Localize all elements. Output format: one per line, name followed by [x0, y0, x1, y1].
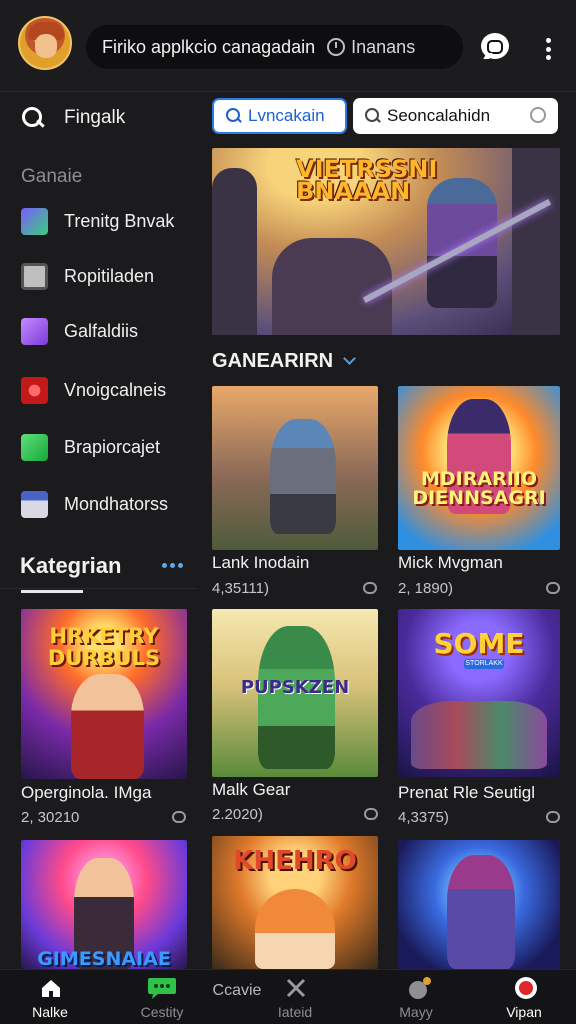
nav-item-vip[interactable]: Vipan	[476, 970, 572, 1024]
library-icon	[21, 263, 48, 290]
header-status-text: Inanans	[351, 36, 416, 57]
avatar[interactable]	[18, 16, 72, 70]
tools-icon	[285, 978, 307, 998]
top-bar: Firiko applkcio canagadain Inanans	[0, 0, 576, 92]
categories-title: Kategrian	[20, 553, 122, 578]
game-card-meta: 2, 1890)	[398, 580, 454, 597]
more-options-icon[interactable]	[541, 38, 555, 60]
card-badge: STORLAKK	[464, 659, 504, 669]
home-icon	[40, 978, 62, 998]
projects-icon	[21, 434, 48, 461]
sidebar-item-label: Galfaldiis	[64, 321, 139, 341]
hero-title: VIETRSSNI BNAAAN	[296, 155, 438, 205]
game-card-art[interactable]: GIMESNAIAE	[21, 840, 187, 969]
card-art-text: HRKETRY DURBULS	[47, 624, 161, 670]
more-dots-icon[interactable]	[162, 563, 183, 568]
news-icon	[21, 377, 48, 404]
search-icon	[22, 107, 44, 129]
sidebar-item-monitor[interactable]: Mondhatorss	[21, 491, 168, 518]
game-card-art[interactable]: KHEHRO	[212, 836, 378, 969]
sidebar-item-trending[interactable]: Trenitg Bnvak	[21, 208, 174, 235]
game-card-title[interactable]: Mick Mvgman	[398, 553, 503, 573]
gallery-icon	[21, 318, 48, 345]
game-card-meta: 2.2020)	[212, 806, 263, 823]
chat-icon	[530, 107, 546, 123]
nav-item-map[interactable]: Mayy	[368, 970, 464, 1024]
filter-chip-active[interactable]: Lvncakain	[212, 98, 347, 134]
sidebar: Fingalk Ganaie Trenitg Bnvak Ropitiladen…	[0, 93, 196, 969]
game-card-art[interactable]: HRKETRY DURBULS	[21, 609, 187, 779]
comment-icon[interactable]	[364, 808, 378, 820]
game-card-art[interactable]	[212, 386, 378, 550]
search-icon	[365, 108, 381, 124]
filter-label: Lvncakain	[248, 106, 325, 125]
planet-icon	[406, 976, 432, 1000]
card-art-text: PUPSKZEN	[240, 677, 350, 698]
game-card-meta: 4,35111)	[212, 580, 269, 597]
sidebar-item-gallery[interactable]: Galfaldiis	[21, 318, 138, 345]
sidebar-item-projects[interactable]: Brapiorcajet	[21, 434, 160, 461]
nav-label: Vipan	[506, 1004, 542, 1020]
sidebar-divider	[0, 588, 196, 589]
game-card-title[interactable]: Operginola. IMga	[21, 783, 151, 803]
game-card-title[interactable]: Prenat Rle Seutigl	[398, 783, 535, 803]
sidebar-search[interactable]: Fingalk	[22, 107, 125, 129]
header-search-pill[interactable]: Firiko applkcio canagadain Inanans	[86, 25, 463, 69]
card-art-text: SOME	[433, 627, 525, 660]
header-search-text: Firiko applkcio canagadain	[102, 36, 316, 57]
nav-label: Iateid	[277, 1004, 313, 1020]
filter-label: Seoncalahidn	[387, 106, 491, 125]
filter-chip-search[interactable]: Seoncalahidn	[353, 98, 558, 134]
comment-icon[interactable]	[172, 811, 186, 823]
sidebar-item-label: Brapiorcajet	[64, 437, 161, 457]
sidebar-item-news[interactable]: Vnoigcalneis	[21, 377, 166, 404]
game-card-art[interactable]: PUPSKZEN	[212, 609, 378, 777]
game-card-art[interactable]: MDIRARIIO DIENNSAGRI	[398, 386, 560, 550]
game-card-title[interactable]: Malk Gear	[212, 780, 290, 800]
card-art-text: GIMESNAIAE	[37, 948, 171, 969]
sidebar-item-label: Vnoigcalneis	[64, 380, 167, 400]
nav-label: Nalke	[32, 1004, 68, 1020]
hero-banner[interactable]: VIETRSSNI BNAAAN	[212, 148, 560, 335]
monitor-icon	[21, 491, 48, 518]
tab-indicator	[21, 590, 83, 593]
card-art-text: KHEHRO	[233, 846, 357, 876]
comment-icon[interactable]	[363, 582, 377, 594]
bottom-navigation: Nalke Cestity Ccavie Iateid Mayy Vipan	[0, 969, 576, 1024]
game-card-title[interactable]: Lank Inodain	[212, 553, 309, 573]
sidebar-item-label: Mondhatorss	[64, 494, 169, 514]
sidebar-search-label: Fingalk	[64, 107, 126, 128]
clock-icon	[327, 38, 346, 56]
search-icon	[226, 108, 242, 124]
game-card-meta: 2, 30210	[21, 809, 80, 826]
chevron-down-icon[interactable]	[343, 352, 356, 365]
sidebar-item-library[interactable]: Ropitiladen	[21, 263, 154, 290]
game-card-art[interactable]: SOME STORLAKK	[398, 609, 560, 777]
record-icon	[514, 976, 538, 1000]
sidebar-heading: Ganaie	[21, 166, 83, 187]
nav-label: Mayy	[399, 1004, 433, 1020]
game-card-art[interactable]	[398, 840, 560, 969]
nav-item-home[interactable]: Nalke	[2, 970, 98, 1024]
hero-character	[427, 178, 497, 308]
section-title: GANEARIRN	[212, 350, 334, 372]
card-art-text: MDIRARIIO DIENNSAGRI	[412, 468, 546, 509]
chat-icon	[146, 976, 178, 1000]
sidebar-item-label: Ropitiladen	[64, 266, 155, 286]
game-card-meta: 4,3375)	[398, 809, 449, 826]
nav-item-tools[interactable]: Iateid	[247, 970, 343, 1024]
comment-icon[interactable]	[546, 811, 560, 823]
chat-bubble-icon[interactable]	[481, 33, 509, 59]
trending-icon	[21, 208, 48, 235]
sidebar-item-label: Trenitg Bnvak	[64, 211, 175, 231]
comment-icon[interactable]	[546, 582, 560, 594]
